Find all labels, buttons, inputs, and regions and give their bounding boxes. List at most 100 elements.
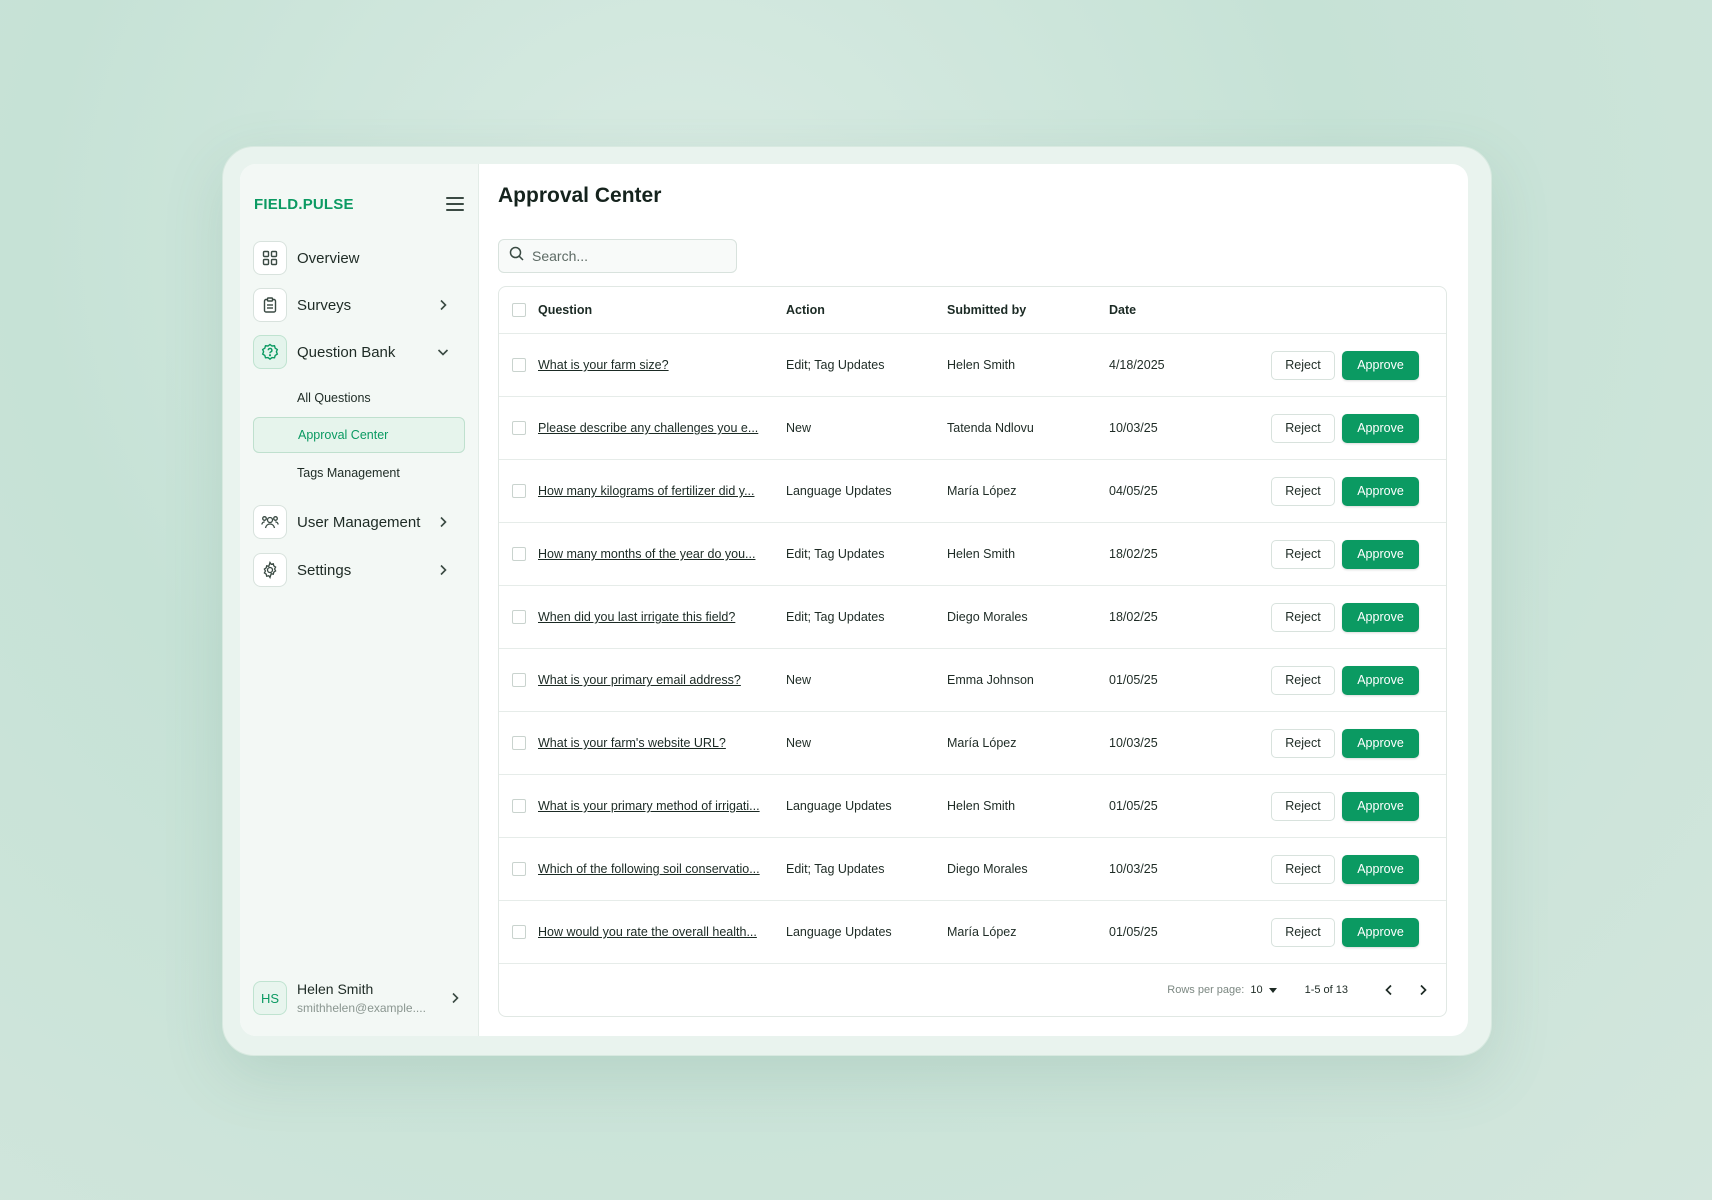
nav-label-settings: Settings	[297, 561, 352, 579]
reject-button[interactable]: Reject	[1271, 350, 1335, 380]
select-all-checkbox[interactable]	[512, 303, 526, 317]
approve-button[interactable]: Approve	[1342, 917, 1419, 947]
row-actions: Reject Approve	[1267, 539, 1446, 569]
avatar: HS	[253, 981, 287, 1015]
date-cell: 04/05/25	[1109, 484, 1158, 498]
question-link[interactable]: When did you last irrigate this field?	[538, 610, 786, 624]
chevron-left-icon	[1385, 984, 1392, 996]
action-cell: Edit; Tag Updates	[786, 547, 885, 561]
user-email: smithhelen@example....	[297, 1001, 426, 1015]
nav-item-settings[interactable]: Settings	[253, 552, 463, 588]
question-link[interactable]: What is your farm's website URL?	[538, 736, 786, 750]
action-cell: Edit; Tag Updates	[786, 862, 885, 876]
approve-button[interactable]: Approve	[1342, 602, 1419, 632]
question-link[interactable]: Please describe any challenges you e...	[538, 421, 786, 435]
sub-item-approval-center[interactable]: Approval Center	[253, 417, 465, 453]
question-link[interactable]: What is your farm size?	[538, 358, 786, 372]
date-cell: 18/02/25	[1109, 547, 1158, 561]
nav-item-question-bank[interactable]: Question Bank	[253, 334, 463, 370]
date-cell: 10/03/25	[1109, 736, 1158, 750]
submitted-by-cell: María López	[947, 736, 1017, 750]
action-cell: Language Updates	[786, 799, 892, 813]
approve-button[interactable]: Approve	[1342, 854, 1419, 884]
approve-button[interactable]: Approve	[1342, 476, 1419, 506]
row-checkbox[interactable]	[512, 736, 526, 750]
nav-item-overview[interactable]: Overview	[253, 240, 463, 276]
page-title: Approval Center	[498, 184, 662, 207]
question-link[interactable]: How would you rate the overall health...	[538, 925, 786, 939]
action-cell: Edit; Tag Updates	[786, 610, 885, 624]
submitted-by-cell: Diego Morales	[947, 610, 1028, 624]
reject-button[interactable]: Reject	[1271, 854, 1335, 884]
submitted-by-cell: Emma Johnson	[947, 673, 1034, 687]
approve-button[interactable]: Approve	[1342, 728, 1419, 758]
row-checkbox[interactable]	[512, 358, 526, 372]
col-header-action: Action	[786, 303, 825, 317]
row-actions: Reject Approve	[1267, 917, 1446, 947]
row-checkbox[interactable]	[512, 610, 526, 624]
user-name: Helen Smith	[297, 981, 374, 997]
sub-item-tags-management[interactable]: Tags Management	[253, 455, 465, 491]
table-row: What is your farm's website URL? New María…	[499, 712, 1446, 775]
date-cell: 10/03/25	[1109, 421, 1158, 435]
brand-row: FIELD.PULSE	[254, 192, 464, 216]
approval-table: Question Action Submitted by Date What i…	[498, 286, 1447, 1017]
row-actions: Reject Approve	[1267, 350, 1446, 380]
search-input[interactable]	[532, 248, 722, 264]
approve-button[interactable]: Approve	[1342, 350, 1419, 380]
col-header-question: Question	[538, 303, 593, 317]
nav-label-question-bank: Question Bank	[297, 343, 396, 361]
row-actions: Reject Approve	[1267, 791, 1446, 821]
approve-button[interactable]: Approve	[1342, 413, 1419, 443]
reject-button[interactable]: Reject	[1271, 917, 1335, 947]
date-cell: 01/05/25	[1109, 925, 1158, 939]
row-checkbox[interactable]	[512, 925, 526, 939]
row-checkbox[interactable]	[512, 799, 526, 813]
users-icon	[253, 505, 287, 539]
table-row: What is your primary method of irrigati.…	[499, 775, 1446, 838]
row-checkbox[interactable]	[512, 421, 526, 435]
col-header-date: Date	[1109, 303, 1137, 317]
approve-button[interactable]: Approve	[1342, 539, 1419, 569]
reject-button[interactable]: Reject	[1271, 476, 1335, 506]
question-link[interactable]: What is your primary method of irrigati.…	[538, 799, 786, 813]
search-box[interactable]	[498, 239, 737, 273]
nav-item-user-management[interactable]: User Management	[253, 504, 463, 540]
app-window: FIELD.PULSE Overview Surveys Question Ba…	[240, 164, 1468, 1036]
rows-per-page-select[interactable]: 10	[1250, 984, 1277, 996]
reject-button[interactable]: Reject	[1271, 791, 1335, 821]
prev-page-button[interactable]	[1378, 979, 1400, 1001]
row-checkbox[interactable]	[512, 862, 526, 876]
action-cell: Edit; Tag Updates	[786, 358, 885, 372]
table-row: How would you rate the overall health...…	[499, 901, 1446, 964]
table-row: What is your primary email address? New Em…	[499, 649, 1446, 712]
reject-button[interactable]: Reject	[1271, 665, 1335, 695]
row-checkbox[interactable]	[512, 673, 526, 687]
approve-button[interactable]: Approve	[1342, 791, 1419, 821]
submitted-by-cell: María López	[947, 484, 1017, 498]
submitted-by-cell: María López	[947, 925, 1017, 939]
question-link[interactable]: What is your primary email address?	[538, 673, 786, 687]
nav-item-surveys[interactable]: Surveys	[253, 287, 463, 323]
row-checkbox[interactable]	[512, 484, 526, 498]
grid-icon	[253, 241, 287, 275]
next-page-button[interactable]	[1412, 979, 1434, 1001]
sub-item-all-questions[interactable]: All Questions	[253, 380, 465, 416]
submitted-by-cell: Diego Morales	[947, 862, 1028, 876]
hamburger-menu-icon[interactable]	[446, 197, 464, 211]
reject-button[interactable]: Reject	[1271, 413, 1335, 443]
row-checkbox[interactable]	[512, 547, 526, 561]
reject-button[interactable]: Reject	[1271, 602, 1335, 632]
reject-button[interactable]: Reject	[1271, 539, 1335, 569]
question-link[interactable]: Which of the following soil conservatio.…	[538, 862, 786, 876]
approve-button[interactable]: Approve	[1342, 665, 1419, 695]
user-profile-card[interactable]: HS Helen Smith smithhelen@example....	[253, 978, 465, 1018]
main-content: Approval Center Question Action Submitte…	[479, 164, 1468, 1036]
brand-logo: FIELD.PULSE	[254, 195, 354, 213]
page-range: 1-5 of 13	[1304, 984, 1348, 996]
question-link[interactable]: How many months of the year do you...	[538, 547, 786, 561]
reject-button[interactable]: Reject	[1271, 728, 1335, 758]
table-row: How many months of the year do you... Edi…	[499, 523, 1446, 586]
col-header-submitted-by: Submitted by	[947, 303, 1027, 317]
question-link[interactable]: How many kilograms of fertilizer did y..…	[538, 484, 786, 498]
